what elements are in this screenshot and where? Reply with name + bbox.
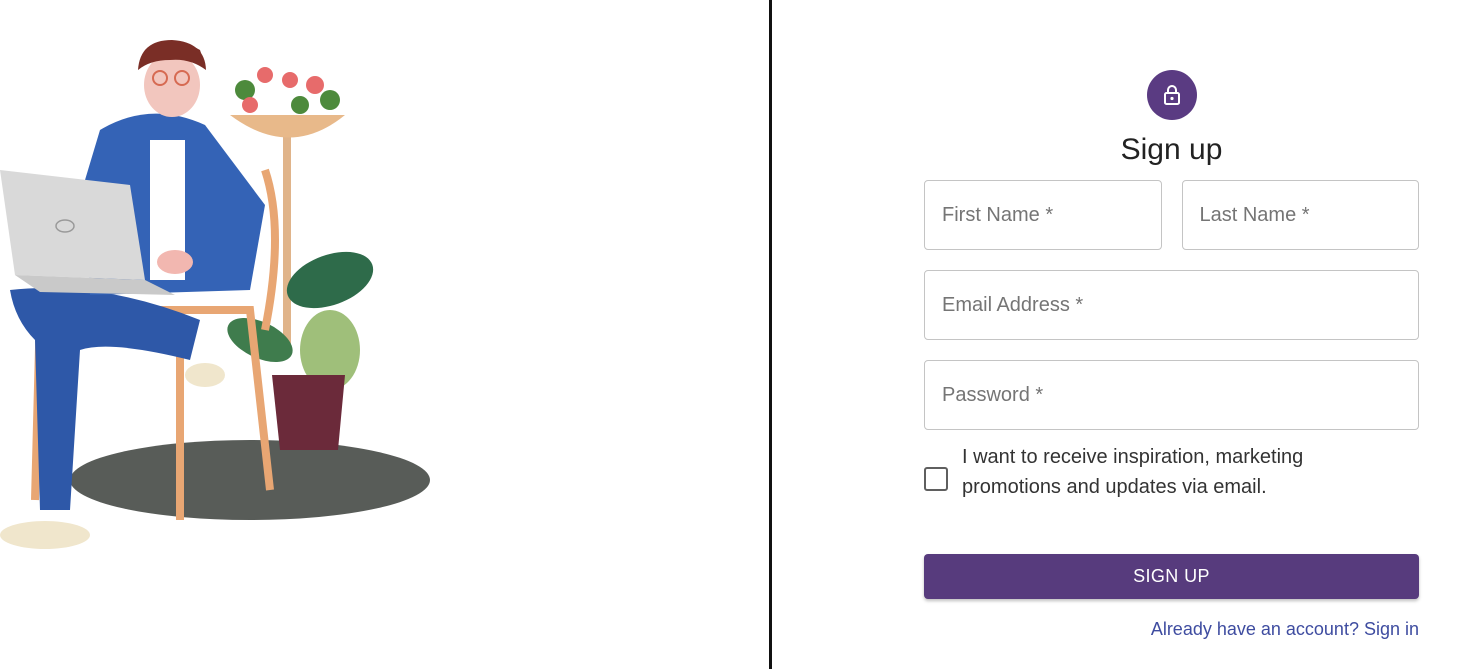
email-input[interactable] — [925, 271, 1418, 339]
marketing-checkbox[interactable] — [924, 467, 948, 491]
signup-form: Sign up I want to receive inspiration, m… — [924, 70, 1419, 640]
signin-row: Already have an account? Sign in — [924, 619, 1419, 640]
hero-panel — [0, 0, 770, 669]
email-field-wrapper — [924, 270, 1419, 340]
last-name-field-wrapper — [1181, 180, 1419, 250]
password-field-wrapper — [924, 360, 1419, 430]
password-input[interactable] — [925, 361, 1418, 429]
marketing-checkbox-label[interactable]: I want to receive inspiration, marketing… — [962, 442, 1352, 502]
page-title: Sign up — [1120, 133, 1223, 166]
sign-in-link[interactable]: Already have an account? Sign in — [1151, 619, 1419, 639]
signup-panel: Sign up I want to receive inspiration, m… — [772, 0, 1468, 669]
first-name-input[interactable] — [925, 181, 1161, 249]
hero-illustration — [0, 40, 430, 549]
marketing-consent-row: I want to receive inspiration, marketing… — [924, 446, 1419, 502]
sign-up-button[interactable]: SIGN UP — [924, 554, 1419, 599]
lock-avatar — [1146, 70, 1197, 120]
last-name-input[interactable] — [1182, 181, 1418, 249]
first-name-field-wrapper — [924, 180, 1162, 250]
lock-icon — [1163, 85, 1180, 105]
